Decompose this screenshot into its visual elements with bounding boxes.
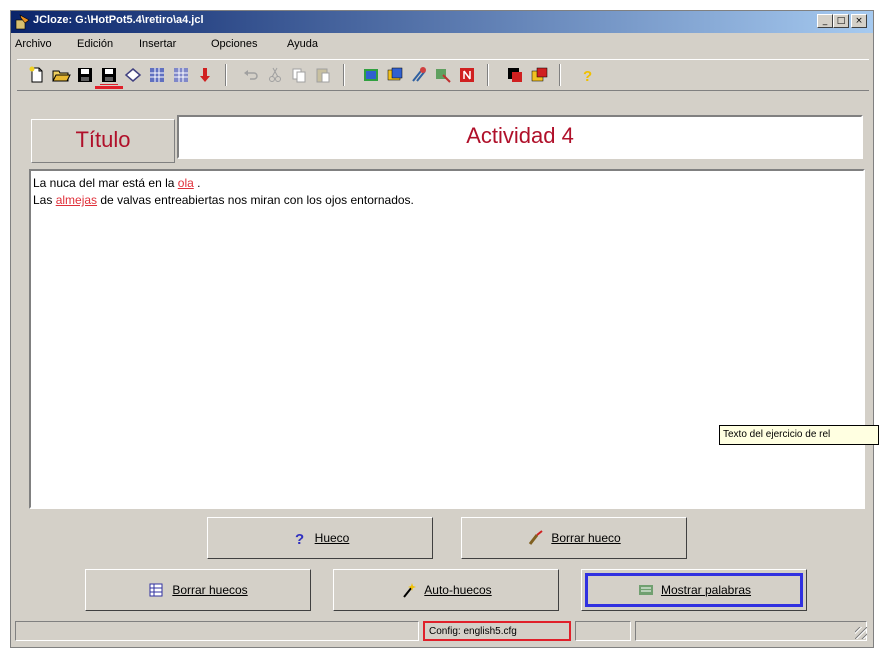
status-panel-4 — [635, 621, 867, 641]
gap-word[interactable]: ola — [178, 176, 194, 190]
toolbar-separator — [487, 64, 489, 86]
status-config: Config: english5.cfg — [423, 621, 571, 641]
config-icon[interactable] — [505, 65, 525, 85]
erase-icon[interactable] — [123, 65, 143, 85]
paste-icon[interactable] — [313, 65, 333, 85]
menu-ayuda[interactable]: Ayuda — [287, 38, 318, 50]
menu-edicion[interactable]: Edición — [77, 38, 113, 50]
menu-insertar[interactable]: Insertar — [139, 38, 176, 50]
toolbar: ? — [17, 59, 869, 91]
toolbar-separator — [343, 64, 345, 86]
undo-icon[interactable] — [241, 65, 261, 85]
svg-text:?: ? — [295, 531, 304, 547]
text-segment: de valvas entreabiertas nos miran con lo… — [97, 193, 414, 207]
title-input[interactable]: Actividad 4 — [177, 115, 863, 159]
gap-word[interactable]: almejas — [56, 193, 97, 207]
save-as-icon[interactable] — [99, 65, 119, 85]
help-icon[interactable]: ? — [577, 65, 597, 85]
svg-text:?: ? — [583, 68, 592, 85]
close-button[interactable]: × — [851, 14, 867, 28]
menu-archivo[interactable]: Archivo — [15, 38, 52, 50]
exercise-text-area[interactable]: La nuca del mar está en la ola . Las alm… — [29, 169, 865, 509]
text-segment: . — [193, 176, 201, 190]
mostrar-palabras-button[interactable]: Mostrar palabras — [581, 569, 807, 611]
borrar-hueco-label: Borrar hueco — [551, 531, 621, 545]
grid-erase-icon — [149, 583, 163, 597]
toolbar-separator — [559, 64, 561, 86]
toolbar-separator — [225, 64, 227, 86]
open-icon[interactable] — [51, 65, 71, 85]
html-icon[interactable] — [361, 65, 381, 85]
new-icon[interactable] — [27, 65, 47, 85]
exercise-line-2: Las almejas de valvas entreabiertas nos … — [33, 192, 861, 209]
jcloze-app-icon — [15, 14, 30, 30]
magic-wand-icon — [403, 583, 417, 598]
window-title: JCloze: G:\HotPot5.4\retiro\a4.jcl — [33, 14, 204, 26]
tooltip: Texto del ejercicio de rel — [719, 425, 879, 445]
hueco-label: Hueco — [314, 531, 350, 545]
mostrar-palabras-label: Mostrar palabras — [660, 583, 752, 597]
maximize-button[interactable]: □ — [833, 14, 849, 28]
tools-icon[interactable] — [409, 65, 429, 85]
copy-icon[interactable] — [289, 65, 309, 85]
arrow-down-icon[interactable] — [195, 65, 215, 85]
question-icon: ? — [295, 531, 304, 547]
minimize-button[interactable]: _ — [817, 14, 833, 28]
auto-huecos-label: Auto-huecos — [424, 583, 492, 597]
save-as-underline — [95, 86, 123, 89]
titulo-label: Título — [31, 119, 175, 163]
menu-opciones[interactable]: Opciones — [211, 38, 257, 50]
resize-grip[interactable] — [855, 627, 867, 639]
status-panel-1 — [15, 621, 419, 641]
exercise-line-1: La nuca del mar está en la ola . — [33, 175, 861, 192]
make-icon[interactable] — [529, 65, 549, 85]
jcloze-window: JCloze: G:\HotPot5.4\retiro\a4.jcl _ □ ×… — [10, 10, 879, 648]
hueco-button[interactable]: ? Hueco — [207, 517, 433, 559]
text-segment: La nuca del mar está en la — [33, 176, 178, 190]
borrar-huecos-label: Borrar huecos — [172, 583, 248, 597]
word-list-icon — [638, 585, 653, 595]
web-icon[interactable] — [385, 65, 405, 85]
eraser-brush-icon — [529, 530, 543, 545]
save-icon[interactable] — [75, 65, 95, 85]
status-bar: Config: english5.cfg — [15, 621, 869, 641]
auto-huecos-button[interactable]: Auto-huecos — [333, 569, 559, 611]
text-segment: Las — [33, 193, 56, 207]
borrar-hueco-button[interactable]: Borrar hueco — [461, 517, 687, 559]
menu-bar: Archivo Edición Insertar Opciones Ayuda — [11, 35, 873, 55]
export-icon[interactable] — [433, 65, 453, 85]
flash-icon[interactable] — [457, 65, 477, 85]
status-panel-3 — [575, 621, 631, 641]
cut-icon[interactable] — [265, 65, 285, 85]
grid-alt-icon[interactable] — [171, 65, 191, 85]
borrar-huecos-button[interactable]: Borrar huecos — [85, 569, 311, 611]
grid-icon[interactable] — [147, 65, 167, 85]
title-bar[interactable]: JCloze: G:\HotPot5.4\retiro\a4.jcl _ □ × — [11, 11, 873, 33]
